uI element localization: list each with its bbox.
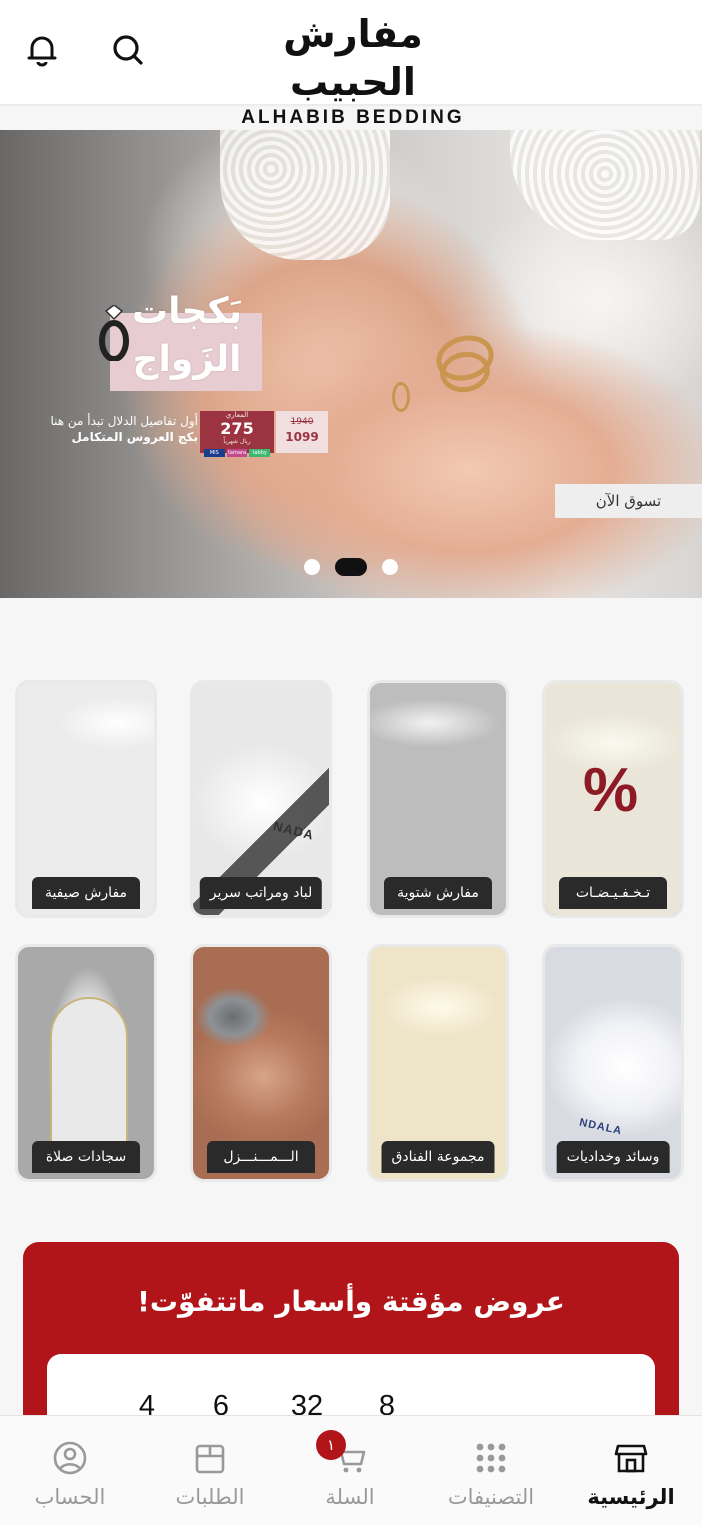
category-label: الـــمـــنـــزل [207,1141,315,1173]
price-badge: 1940 1099 [276,411,328,453]
category-card-pillows[interactable]: NDALA وسائد وخداديات [542,944,684,1182]
search-icon [113,35,143,65]
category-label: مفارش شتوية [384,877,492,909]
app-screen: مفارش الحبيب ALHABIB BEDDING بَكجات الزَ… [0,0,702,1525]
installment-label: المعاري [225,411,249,419]
diamond-ring-icon [99,305,129,361]
category-card-sale[interactable]: % تـخـفـيـضـات [542,680,684,918]
category-label: مفارش صيفية [32,877,140,909]
nav-label: التصنيفات [447,1485,535,1509]
lace-sleeve-right [510,130,700,240]
payment-logos: MIS tamara tabby [204,449,271,457]
nav-orders[interactable]: الطلبات [140,1416,280,1525]
promo-line2: بكج العروس المتكامل [71,430,198,444]
nav-account[interactable]: الحساب [0,1416,140,1525]
nav-label: الحساب [34,1485,106,1509]
payment-logo: tamara [226,449,248,457]
payment-logo: tabby [249,449,271,457]
installment-price-badge: المعاري 275 ريال شهرياً [200,411,274,453]
cart-count-badge: ١ [316,1430,346,1460]
category-label: سجادات صلاة [32,1141,140,1173]
carousel-dot-active[interactable] [335,558,367,576]
finger-ring [392,382,410,412]
top-header: مفارش الحبيب ALHABIB BEDDING [0,0,702,128]
category-label: تـخـفـيـضـات [559,877,667,909]
logo-arabic: مفارش الحبيب [283,12,423,104]
promo-text: أول تفاصيل الدلال تبدأ من هنا بكج العروس… [18,413,199,445]
search-button[interactable] [106,28,150,72]
payment-logo: MIS [204,449,225,457]
category-card-hotel-collection[interactable]: مجموعة الفنادق [367,944,509,1182]
prayer-rug-arch [50,997,128,1143]
lace-sleeve-left [220,130,390,260]
logo-english: ALHABIB BEDDING [241,107,465,128]
category-label: لباد ومراتب سرير [199,877,323,909]
offers-title: عروض مؤقتة وأسعار ماتتفوّت! [137,1285,565,1318]
grid-dots-icon [476,1443,506,1473]
category-card-winter-bedding[interactable]: مفارش شتوية [367,680,509,918]
installment-amount: 275 [220,419,254,438]
installment-note: ريال شهرياً [223,438,251,445]
nav-label: الرئيسية [587,1485,675,1509]
new-price: 1099 [285,430,319,444]
category-card-mattresses[interactable]: NADA لباد ومراتب سرير [190,680,332,918]
nav-label: السلة [325,1485,375,1509]
category-card-home[interactable]: الـــمـــنـــزل [190,944,332,1182]
promo-line1: أول تفاصيل الدلال تبدأ من هنا [50,414,199,428]
nav-label: الطلبات [175,1485,245,1509]
shop-now-button[interactable]: تسوق الآن [555,484,702,518]
bottom-navigation: الحساب الطلبات ١ السلة التصنيفات الرئيسي… [0,1415,702,1525]
nav-cart[interactable]: ١ السلة [280,1416,420,1525]
bell-icon [27,36,57,67]
category-label: مجموعة الفنادق [381,1141,495,1173]
user-circle-icon [53,1441,87,1475]
carousel-dot[interactable] [382,559,398,575]
percent-overlay: % [583,756,639,825]
carousel-dot[interactable] [304,559,320,575]
old-price: 1940 [290,417,314,427]
category-label: وسائد وخداديات [556,1141,670,1173]
carousel-dots [0,558,702,576]
hero-banner[interactable]: بَكجات الزَواج أول تفاصيل الدلال تبدأ من… [0,130,702,598]
nav-home[interactable]: الرئيسية [561,1416,701,1525]
box-icon [195,1444,225,1474]
brand-logo[interactable]: مفارش الحبيب ALHABIB BEDDING [222,10,484,128]
store-icon [614,1444,648,1473]
notifications-button[interactable] [20,28,64,72]
category-card-summer-bedding[interactable]: مفارش صيفية [15,680,157,918]
category-card-prayer-rugs[interactable]: سجادات صلاة [15,944,157,1182]
nav-categories[interactable]: التصنيفات [421,1416,561,1525]
